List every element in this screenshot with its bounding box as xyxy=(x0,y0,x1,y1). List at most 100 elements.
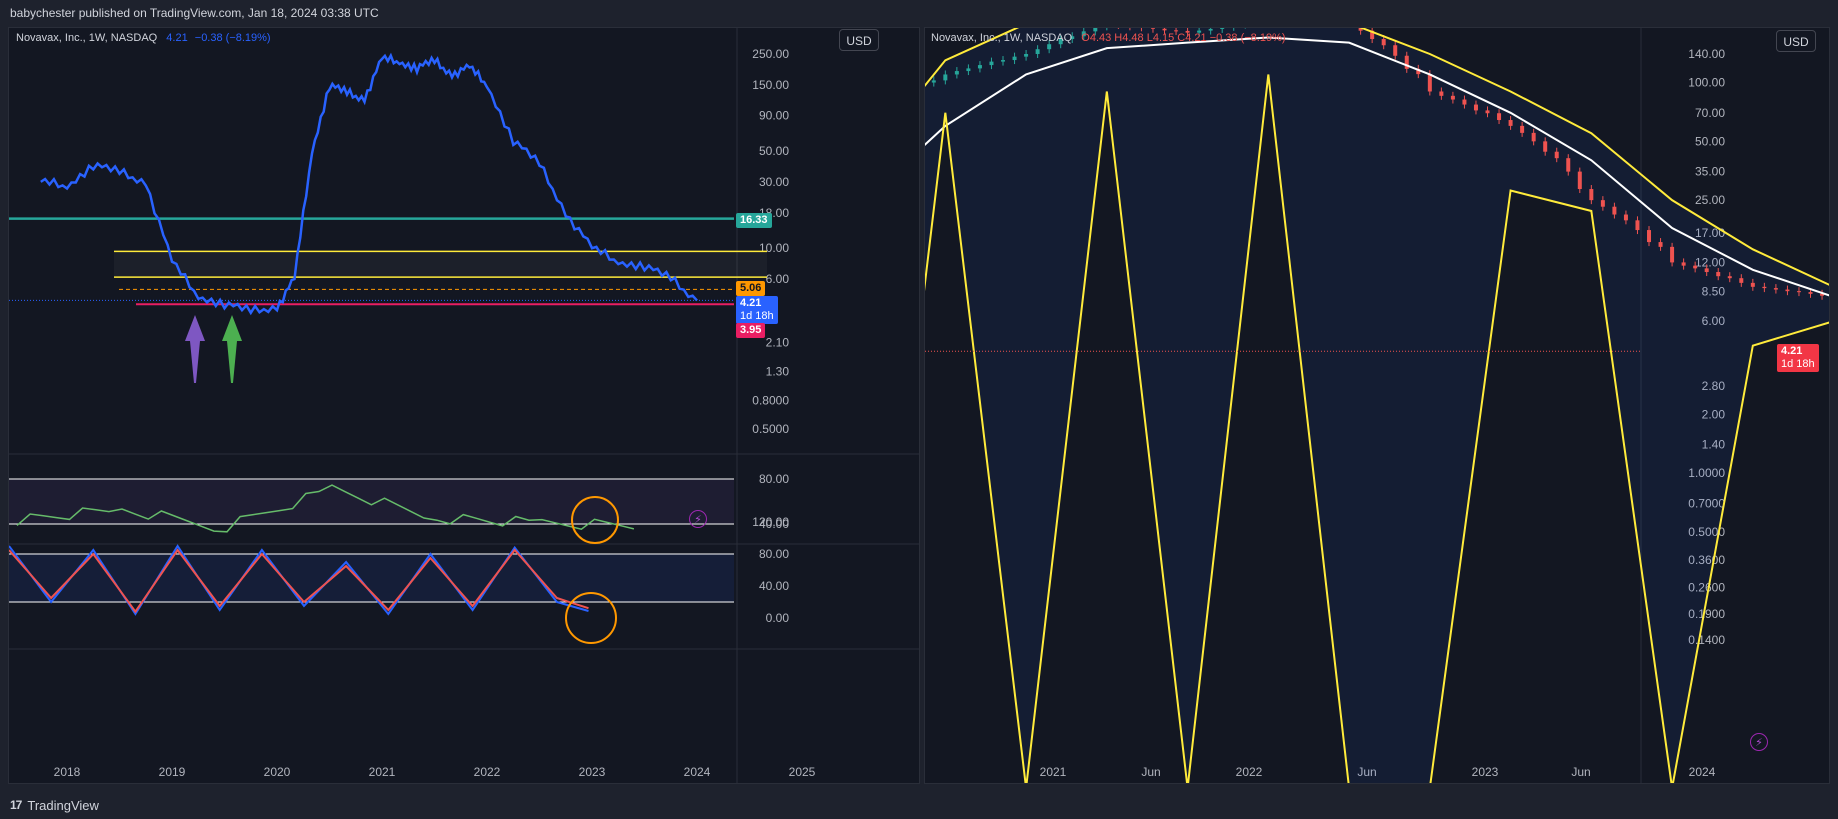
candle-body xyxy=(1543,141,1548,152)
left-currency-button[interactable]: USD xyxy=(839,29,879,51)
candle-body xyxy=(1497,113,1502,121)
tradingview-brand[interactable]: TradingView xyxy=(27,798,99,813)
candle-body xyxy=(931,80,936,83)
price-axis-tick: 6.00 xyxy=(766,272,790,286)
candle-body xyxy=(1670,246,1675,263)
candle-body xyxy=(1589,189,1594,201)
last-price-value: 4.21 xyxy=(740,297,762,309)
candle-body xyxy=(1693,265,1698,269)
price-axis-tick: 90.00 xyxy=(759,109,789,123)
lightning-icon[interactable]: ⚡ xyxy=(1750,733,1768,751)
price-axis-tick: 30.00 xyxy=(759,175,789,189)
stoch-axis-tick: 40.00 xyxy=(759,579,789,593)
right-legend-symbol: Novavax, Inc., 1W, NASDAQ xyxy=(931,32,1073,44)
candle-body xyxy=(1612,206,1617,215)
time-axis-tick: 2022 xyxy=(1236,765,1263,779)
candle-body xyxy=(1508,120,1513,126)
stoch-axis-tick: 80.00 xyxy=(759,547,789,561)
candle-body xyxy=(1577,171,1582,190)
candle-body xyxy=(1462,99,1467,105)
teal-level-tag: 16.33 xyxy=(736,213,772,228)
candle-body xyxy=(1600,200,1605,207)
green-up-arrow xyxy=(222,315,242,383)
time-axis-tick: 2025 xyxy=(789,765,816,779)
candle-body xyxy=(1485,110,1490,114)
candle-body xyxy=(1150,28,1155,29)
publisher-header: babychester published on TradingView.com… xyxy=(0,0,1838,27)
candle-body xyxy=(1427,74,1432,92)
price-axis-tick: 250.00 xyxy=(752,47,789,61)
price-axis-tick: 1.30 xyxy=(766,364,790,378)
price-axis-tick: 0.8000 xyxy=(752,394,789,408)
candle-body xyxy=(1808,292,1813,294)
candle-body xyxy=(1554,151,1559,159)
stoch-axis-tick: 120.00 xyxy=(752,515,789,529)
left-legend-price: 4.21 xyxy=(166,32,188,44)
purple-up-arrow xyxy=(185,315,205,383)
left-chart-canvas[interactable]: 250.00150.0090.0050.0030.0018.0010.006.0… xyxy=(9,28,920,784)
candle-body xyxy=(1381,39,1386,46)
candle-body xyxy=(1450,95,1455,100)
candle-body xyxy=(1393,45,1398,56)
zone-fill xyxy=(114,251,767,278)
candle-body xyxy=(1647,230,1652,243)
candle-body xyxy=(1773,288,1778,290)
time-axis-tick: 2023 xyxy=(579,765,606,779)
candle-body xyxy=(1093,28,1098,32)
right-chart-panel[interactable]: 140.00100.0070.0050.0035.0025.0017.0012.… xyxy=(924,27,1830,784)
footer: 17 TradingView xyxy=(0,791,1838,819)
candle-body xyxy=(1566,158,1571,172)
candle-body xyxy=(966,68,971,72)
candle-body xyxy=(1220,28,1225,29)
candle-body xyxy=(1785,289,1790,292)
candle-body xyxy=(1012,56,1017,61)
candle-body xyxy=(1704,268,1709,273)
price-axis-tick: 100.00 xyxy=(1688,76,1725,90)
rsi-axis-tick: 80.00 xyxy=(759,472,789,486)
rsi-band xyxy=(9,479,734,524)
right-countdown-value: 1d 18h xyxy=(1781,358,1815,370)
orange-level-tag: 5.06 xyxy=(736,281,766,296)
left-legend: Novavax, Inc., 1W, NASDAQ 4.21 −0.38 (−8… xyxy=(16,32,271,44)
price-axis-tick: 50.00 xyxy=(1695,134,1725,148)
left-legend-change: −0.38 (−8.19%) xyxy=(194,32,271,44)
price-axis-tick: 150.00 xyxy=(752,78,789,92)
time-axis-tick: 2024 xyxy=(1689,765,1716,779)
time-axis-tick: 2018 xyxy=(54,765,81,779)
left-chart-panel[interactable]: 250.00 150.00 90.00 50.00 30.00 18.00 10.00 6.0… xyxy=(8,27,920,784)
candle-body xyxy=(1001,60,1006,62)
tradingview-logo: 17 xyxy=(10,798,22,812)
candle-body xyxy=(1024,54,1029,57)
candle-body xyxy=(1208,28,1213,31)
price-axis-tick: 2.10 xyxy=(766,335,790,349)
candle-body xyxy=(1473,104,1478,111)
candle-body xyxy=(1727,276,1732,279)
price-axis-tick: 35.00 xyxy=(1695,165,1725,179)
lightning-icon[interactable]: ⚡ xyxy=(689,510,707,528)
candle-body xyxy=(1796,291,1801,293)
candle-body xyxy=(1531,132,1536,142)
right-chart-canvas[interactable]: 140.00100.0070.0050.0035.0025.0017.0012.… xyxy=(925,28,1830,784)
candle-body xyxy=(1739,278,1744,283)
right-currency-button[interactable]: USD xyxy=(1776,30,1816,52)
candle-body xyxy=(989,61,994,66)
right-last-price-value: 4.21 xyxy=(1781,345,1803,357)
left-legend-symbol: Novavax, Inc., 1W, NASDAQ xyxy=(16,32,158,44)
candle-body xyxy=(1520,125,1525,133)
candle-body xyxy=(977,65,982,69)
pink-level-tag: 3.95 xyxy=(736,323,766,338)
right-last-price-tag: 4.21 1d 18h xyxy=(1777,344,1819,372)
candle-body xyxy=(1658,242,1663,247)
price-axis-tick: 50.00 xyxy=(759,144,789,158)
right-legend-ohlc: O4.43 H4.48 L4.15 C4.21 −0.38 (−8.19%) xyxy=(1081,32,1286,44)
time-axis-tick: 2019 xyxy=(159,765,186,779)
countdown-value: 1d 18h xyxy=(740,310,774,322)
time-axis-tick: 2022 xyxy=(474,765,501,779)
time-axis-tick: Jun xyxy=(1571,765,1590,779)
time-axis-tick: 2024 xyxy=(684,765,711,779)
time-axis-tick: 2020 xyxy=(264,765,291,779)
candle-body xyxy=(1762,286,1767,289)
price-axis-tick: 25.00 xyxy=(1695,193,1725,207)
time-axis-tick: 2023 xyxy=(1472,765,1499,779)
candle-body xyxy=(1035,49,1040,54)
